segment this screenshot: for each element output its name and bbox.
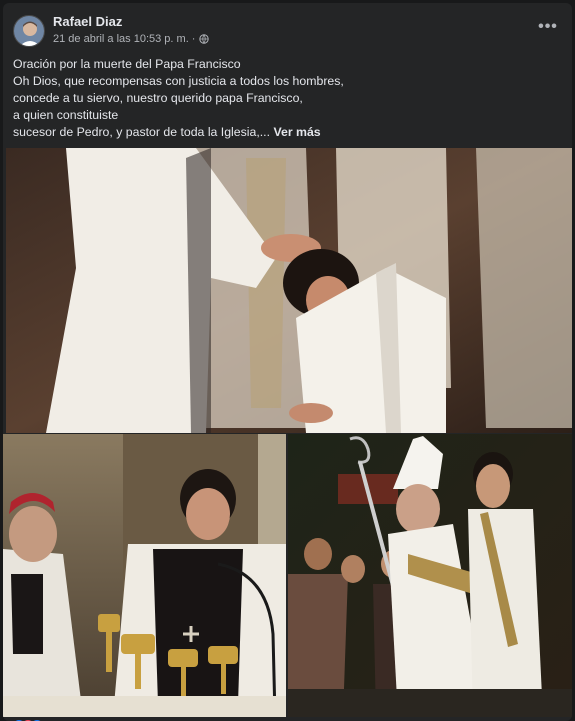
- post-text-line: sucesor de Pedro, y pastor de toda la Ig…: [13, 125, 271, 139]
- post-text: Oración por la muerte del Papa Francisco…: [13, 56, 558, 141]
- post-text-line: concede a tu siervo, nuestro querido pap…: [13, 91, 303, 105]
- globe-icon: [199, 34, 210, 44]
- post-text-line: Oración por la muerte del Papa Francisco: [13, 57, 241, 71]
- more-options-button[interactable]: •••: [538, 19, 558, 35]
- altar-photo[interactable]: [3, 434, 286, 717]
- post-text-line: Oh Dios, que recompensas con justicia a …: [13, 74, 344, 88]
- post-timestamp[interactable]: 21 de abril a las 10:53 p. m. ·: [53, 33, 195, 45]
- see-more-link[interactable]: Ver más: [273, 125, 320, 139]
- post-text-line: a quien constituiste: [13, 108, 119, 122]
- post-meta: 21 de abril a las 10:53 p. m. ·: [53, 33, 210, 45]
- post-footer: [3, 717, 572, 721]
- author-avatar[interactable]: [13, 15, 45, 47]
- post-header: Rafael Diaz 21 de abril a las 10:53 p. m…: [3, 3, 572, 55]
- ordination-photo[interactable]: [6, 148, 572, 433]
- procession-photo[interactable]: [288, 434, 572, 717]
- author-name[interactable]: Rafael Diaz: [53, 14, 122, 29]
- post-text-line-last: sucesor de Pedro, y pastor de toda la Ig…: [13, 124, 558, 141]
- more-options-icon: •••: [538, 18, 558, 35]
- post-card: Rafael Diaz 21 de abril a las 10:53 p. m…: [3, 3, 572, 721]
